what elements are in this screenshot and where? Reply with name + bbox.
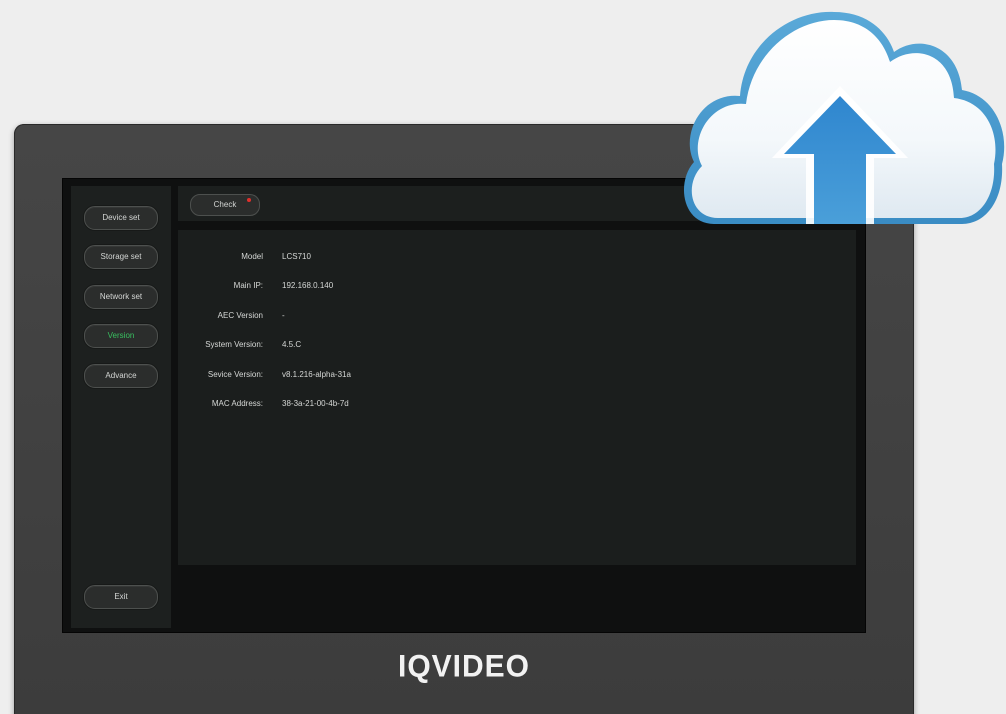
notification-dot-icon	[247, 198, 251, 202]
info-label: Main IP:	[233, 281, 263, 290]
exit-button[interactable]: Exit	[84, 585, 158, 609]
info-row-aec-version: AEC Version -	[178, 309, 578, 323]
check-button[interactable]: Check	[190, 194, 260, 216]
info-value: 192.168.0.140	[282, 281, 334, 290]
sidebar-item-version[interactable]: Version	[84, 324, 158, 348]
device-screen: Device set Storage set Network set Versi…	[62, 178, 866, 633]
sidebar-item-network-set[interactable]: Network set	[84, 285, 158, 309]
info-row-model: Model LCS710	[178, 250, 578, 264]
sidebar-item-advance[interactable]: Advance	[84, 364, 158, 388]
info-row-system-version: System Version: 4.5.C	[178, 338, 578, 352]
info-value: LCS710	[282, 252, 311, 261]
brand-logo: IQVIDEO	[397, 649, 531, 684]
info-label: System Version:	[205, 340, 263, 349]
version-info-panel: Model LCS710 Main IP: 192.168.0.140 AEC …	[178, 230, 856, 565]
info-label: Sevice Version:	[207, 370, 263, 379]
stage: Device set Storage set Network set Versi…	[0, 0, 1006, 714]
sidebar-item-storage-set[interactable]: Storage set	[84, 245, 158, 269]
info-value: -	[282, 311, 285, 320]
info-label: AEC Version	[217, 311, 263, 320]
info-label: Model	[241, 252, 263, 261]
info-value: 4.5.C	[282, 340, 302, 349]
info-value: 38-3a-21-00-4b-7d	[282, 399, 349, 408]
info-row-main-ip: Main IP: 192.168.0.140	[178, 279, 578, 293]
sidebar-item-device-set[interactable]: Device set	[84, 206, 158, 230]
info-row-mac-address: MAC Address: 38-3a-21-00-4b-7d	[178, 397, 578, 411]
sidebar: Device set Storage set Network set Versi…	[71, 186, 171, 628]
cloud-upload-icon	[683, 11, 1005, 224]
check-button-label: Check	[213, 200, 237, 209]
info-row-service-version: Sevice Version: v8.1.216-alpha-31a	[178, 368, 578, 382]
info-value: v8.1.216-alpha-31a	[282, 370, 351, 379]
info-label: MAC Address:	[211, 399, 263, 408]
